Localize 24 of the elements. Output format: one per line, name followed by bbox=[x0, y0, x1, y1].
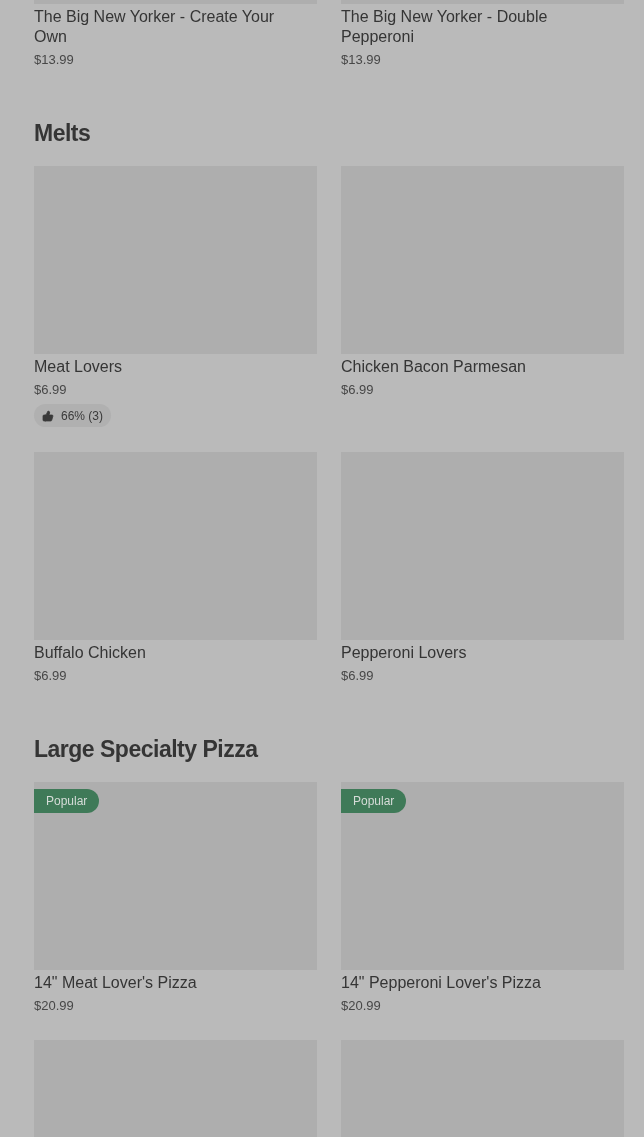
image-placeholder[interactable]: Popular bbox=[341, 782, 624, 970]
item-name[interactable]: 14" Pepperoni Lover's Pizza bbox=[341, 973, 624, 993]
item-price: $6.99 bbox=[34, 381, 68, 399]
thumbs-up-icon bbox=[42, 409, 54, 422]
section-heading: Melts bbox=[34, 119, 92, 147]
item-price: $20.99 bbox=[341, 997, 382, 1015]
rating-text: 66% (3) bbox=[61, 407, 104, 425]
item-price: $13.99 bbox=[341, 51, 382, 69]
item-name[interactable]: Chicken Bacon Parmesan bbox=[341, 357, 624, 377]
popular-tag: Popular bbox=[341, 789, 407, 813]
item-price: $6.99 bbox=[341, 667, 375, 685]
item-price: $6.99 bbox=[341, 381, 375, 399]
item-price: $6.99 bbox=[34, 667, 68, 685]
section-heading: Large Specialty Pizza bbox=[34, 735, 260, 763]
item-price: $20.99 bbox=[34, 997, 75, 1015]
image-placeholder[interactable]: Popular bbox=[34, 782, 317, 970]
item-name[interactable]: Buffalo Chicken bbox=[34, 643, 317, 663]
item-price: $13.99 bbox=[34, 51, 75, 69]
item-name[interactable]: The Big New Yorker - Double Pepperoni bbox=[341, 7, 624, 47]
item-name[interactable]: The Big New Yorker - Create Your Own bbox=[34, 7, 317, 47]
item-name[interactable]: Meat Lovers bbox=[34, 357, 317, 377]
item-name[interactable]: Pepperoni Lovers bbox=[341, 643, 624, 663]
popular-tag: Popular bbox=[34, 789, 100, 813]
item-name[interactable]: 14" Meat Lover's Pizza bbox=[34, 973, 317, 993]
